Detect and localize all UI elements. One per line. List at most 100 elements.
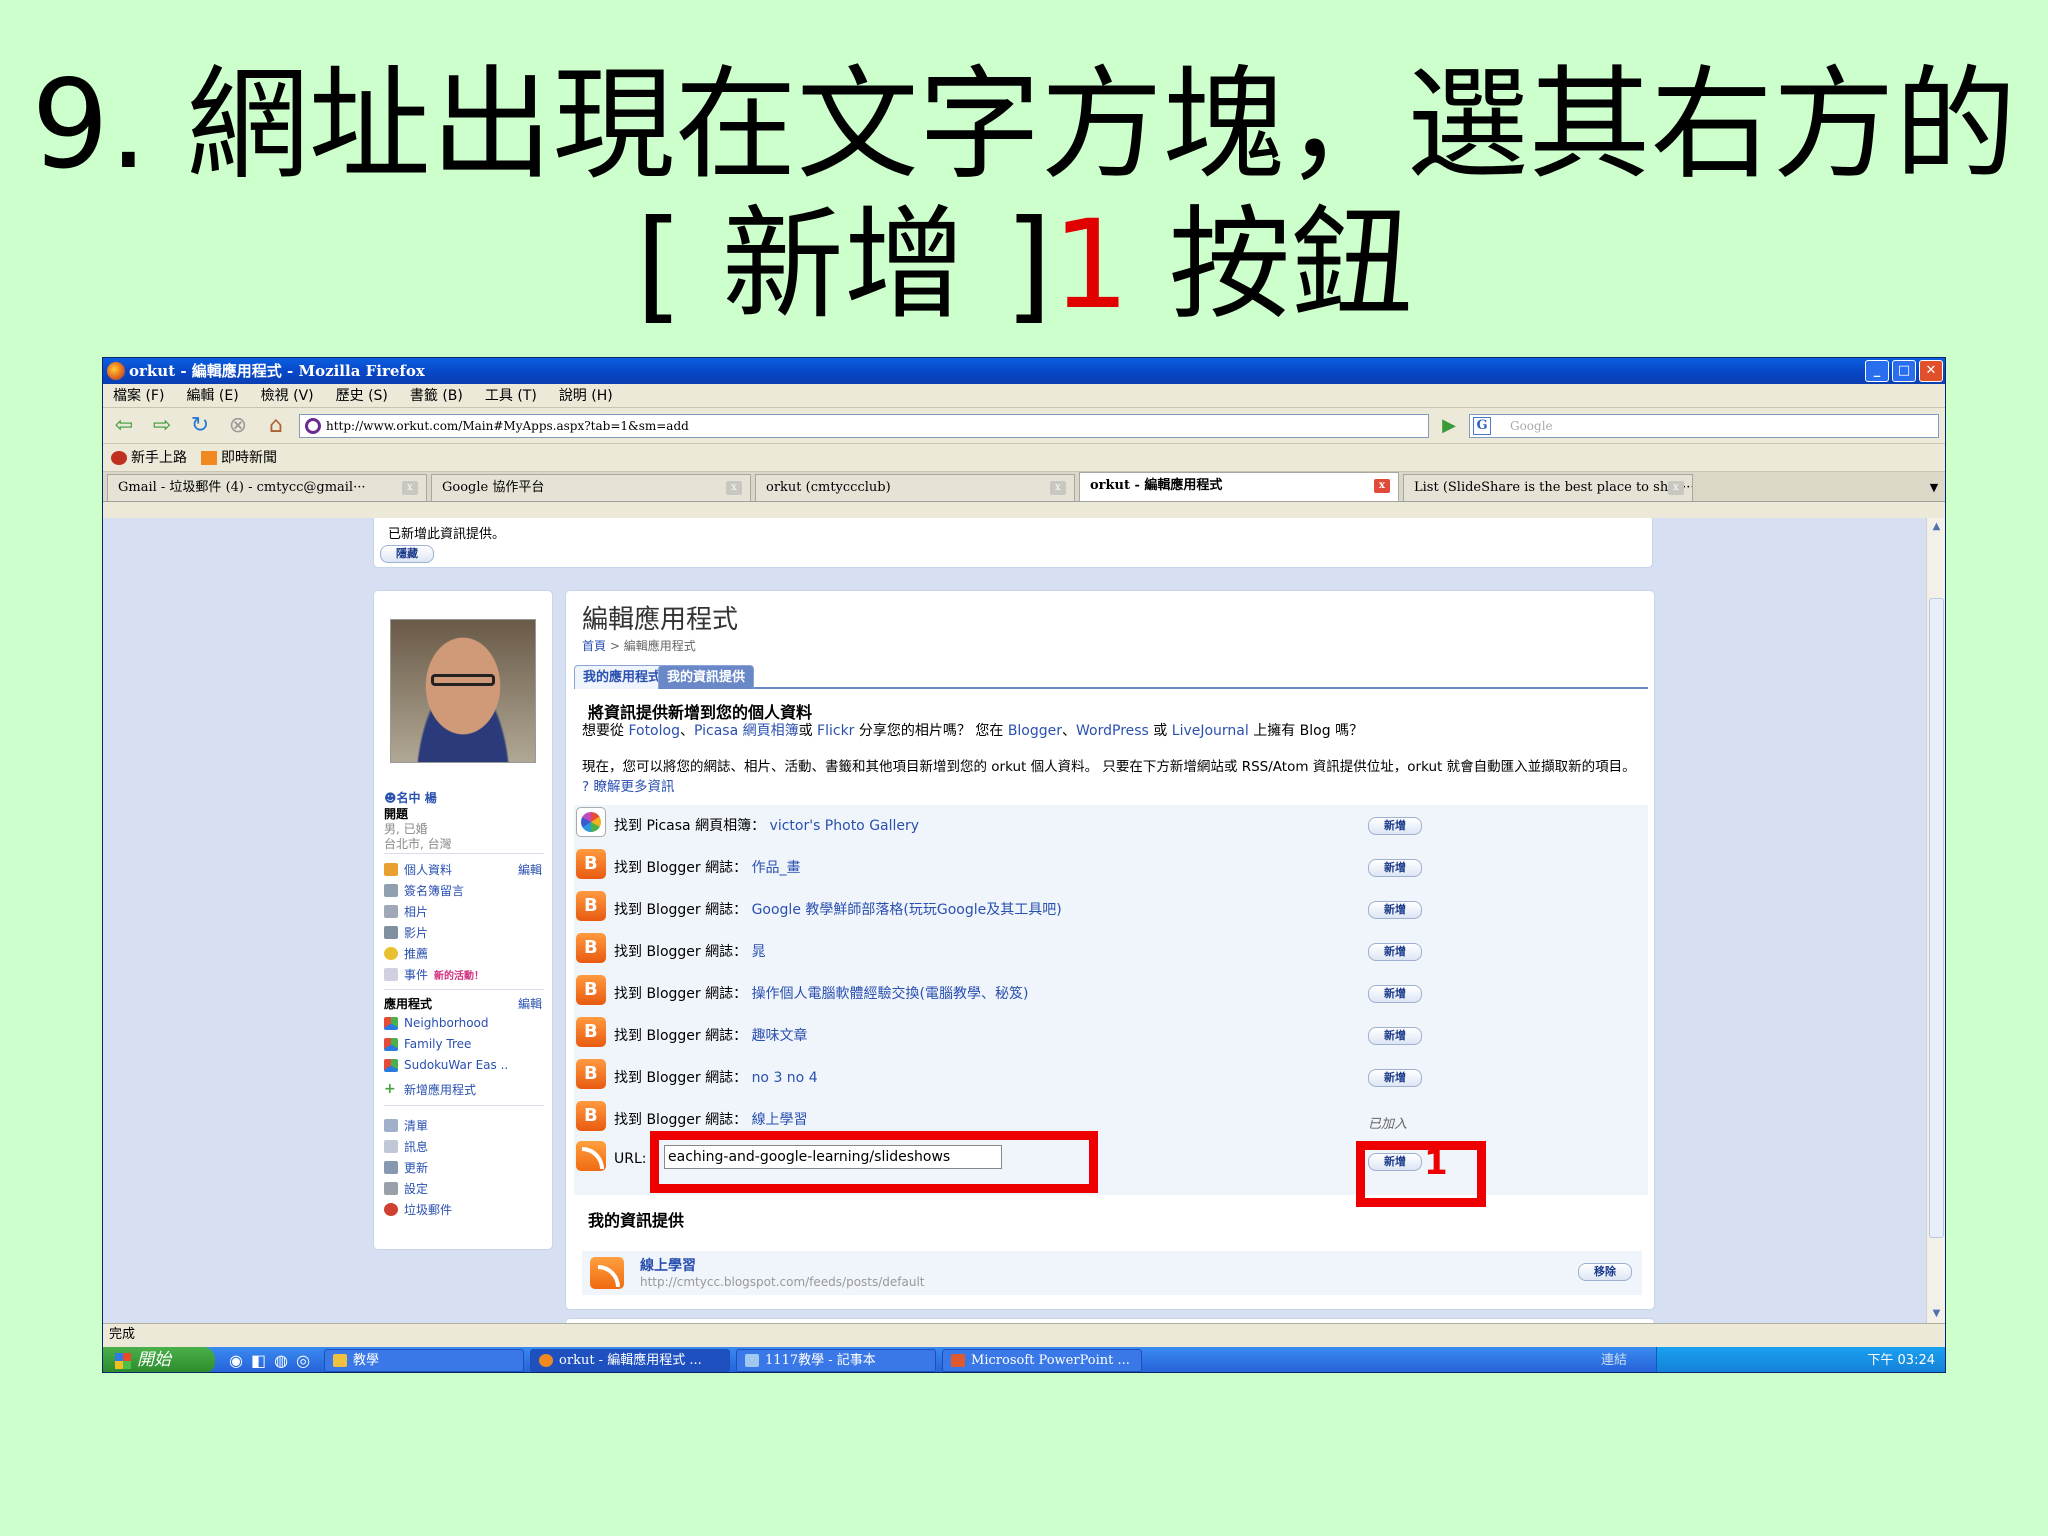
tab-close-icon[interactable]: x (402, 481, 418, 495)
address-bar[interactable]: http://www.orkut.com/Main#MyApps.aspx?ta… (299, 413, 1429, 438)
add-button[interactable]: 新增 (1368, 1069, 1422, 1087)
breadcrumb-home[interactable]: 首頁 (582, 639, 606, 653)
fotolog-link[interactable]: Fotolog (628, 723, 680, 739)
menu-bookmarks[interactable]: 書籤 (B) (410, 384, 463, 407)
tab-close-icon[interactable]: x (1668, 481, 1684, 495)
livejournal-link[interactable]: LiveJournal (1172, 723, 1249, 739)
learn-more-link[interactable]: 瞭解更多資訊 (593, 779, 674, 795)
close-button[interactable]: ✕ (1919, 360, 1943, 382)
app-family-tree[interactable]: Family Tree (384, 1037, 471, 1051)
minimize-button[interactable]: _ (1865, 360, 1889, 382)
sidebar-item-scrapbook[interactable]: 簽名簿留言 (384, 882, 464, 899)
links-toolbar[interactable]: 連結 (1601, 1347, 1627, 1372)
ie-icon[interactable]: ◉ (229, 1351, 243, 1370)
wordpress-link[interactable]: WordPress (1076, 723, 1149, 739)
profile-name[interactable]: ☻名中 楊 (384, 789, 437, 806)
hide-button[interactable]: 隱藏 (380, 545, 434, 563)
notice-text: 已新增此資訊提供。 (388, 527, 506, 542)
scroll-thumb[interactable] (1929, 598, 1944, 1238)
my-feed-name[interactable]: 線上學習 (640, 1255, 696, 1275)
tab-slideshare[interactable]: List (SlideShare is the best place to sh… (1403, 474, 1693, 501)
bookmark-news[interactable]: 即時新聞 (201, 444, 277, 471)
home-button[interactable]: ⌂ (261, 413, 291, 439)
add-button[interactable]: 新增 (1368, 985, 1422, 1003)
clock[interactable]: 下午 03:24 (1867, 1353, 1935, 1368)
feed-link[interactable]: Google 教學鮮師部落格(玩玩Google及其工具吧) (752, 902, 1062, 918)
media-icon[interactable]: ◍ (274, 1351, 288, 1370)
remove-button[interactable]: 移除 (1578, 1263, 1632, 1281)
taskbar-item-folder[interactable]: 教學 (324, 1349, 525, 1372)
tab-close-icon[interactable]: x (726, 481, 742, 495)
tab-close-icon[interactable]: x (1374, 479, 1390, 493)
search-input[interactable]: G Google (1469, 413, 1939, 438)
add-button[interactable]: 新增 (1368, 817, 1422, 835)
feed-link[interactable]: victor's Photo Gallery (770, 818, 920, 834)
tab-orkut-club[interactable]: orkut (cmtyccclub) x (755, 474, 1075, 501)
sidebar-item-settings[interactable]: 設定 (384, 1180, 428, 1197)
forward-button[interactable]: ⇨ (147, 413, 177, 439)
start-button[interactable]: 開始 (103, 1347, 215, 1372)
tab-google-sites[interactable]: Google 協作平台 x (431, 474, 751, 501)
feed-link[interactable]: 趣味文章 (752, 1028, 808, 1044)
taskbar-item-powerpoint[interactable]: Microsoft PowerPoint ... (942, 1349, 1143, 1372)
stop-button[interactable]: ⊗ (223, 413, 253, 439)
picasa-link[interactable]: Picasa 網頁相簿 (694, 723, 799, 739)
tab-list-dropdown-icon[interactable]: ▼ (1923, 474, 1945, 501)
sidebar-item-videos[interactable]: 影片 (384, 924, 428, 941)
sidebar-item-events[interactable]: 事件 新的活動！ (384, 966, 484, 983)
tab-close-icon[interactable]: x (1050, 481, 1066, 495)
sidebar-item-testimonials[interactable]: 推薦 (384, 945, 428, 962)
add-button[interactable]: 新增 (1368, 859, 1422, 877)
desktop-icon[interactable]: ◧ (251, 1351, 266, 1370)
menu-view[interactable]: 檢視 (V) (261, 384, 314, 407)
blogger-link[interactable]: Blogger (1008, 723, 1062, 739)
feed-link[interactable]: 作品_畫 (752, 860, 801, 876)
text-run: 想要從 (582, 723, 629, 739)
feed-link[interactable]: 線上學習 (752, 1112, 808, 1128)
profile-edit-link[interactable]: 編輯 (518, 861, 542, 878)
taskbar-item-notepad[interactable]: 1117教學 - 記事本 (736, 1349, 937, 1372)
intro-paragraph: 想要從 Fotolog、Picasa 網頁相簿或 Flickr 分享您的相片嗎？… (582, 721, 1642, 741)
sidebar-item-photos[interactable]: 相片 (384, 903, 428, 920)
menu-file[interactable]: 檔案 (F) (113, 384, 164, 407)
app-sudokuwar[interactable]: SudokuWar Eas .. (384, 1058, 508, 1072)
add-button[interactable]: 新增 (1368, 1027, 1422, 1045)
breadcrumb: 首頁 > 編輯應用程式 (582, 637, 696, 654)
sidebar-divider (384, 1105, 544, 1106)
menu-edit[interactable]: 編輯 (E) (186, 384, 238, 407)
feed-link[interactable]: no 3 no 4 (752, 1070, 818, 1086)
sidebar-item-messages[interactable]: 訊息 (384, 1138, 428, 1155)
profile-photo[interactable] (390, 619, 536, 763)
add-button[interactable]: 新增 (1368, 901, 1422, 919)
menu-history[interactable]: 歷史 (S) (336, 384, 388, 407)
add-application-link[interactable]: + 新增應用程式 (384, 1081, 476, 1098)
tab-my-feeds[interactable]: 我的資訊提供 (658, 665, 755, 689)
sidebar-item-spam[interactable]: 垃圾郵件 (384, 1201, 452, 1218)
app-neighborhood[interactable]: Neighborhood (384, 1016, 489, 1030)
reload-button[interactable]: ↻ (185, 413, 215, 439)
sidebar-item-updates[interactable]: 更新 (384, 1159, 428, 1176)
window-titlebar[interactable]: orkut - 編輯應用程式 - Mozilla Firefox _ □ ✕ (103, 358, 1945, 384)
back-button[interactable]: ⇦ (109, 413, 139, 439)
taskbar-item-firefox[interactable]: orkut - 編輯應用程式 ... (530, 1349, 731, 1372)
maximize-button[interactable]: □ (1892, 360, 1916, 382)
feed-link[interactable]: 晁 (752, 944, 766, 960)
scroll-up-icon[interactable]: ▲ (1927, 518, 1945, 536)
flickr-link[interactable]: Flickr (817, 723, 854, 739)
text-run: 、 (1062, 723, 1077, 739)
scroll-down-icon[interactable]: ▼ (1927, 1305, 1945, 1323)
menu-tools[interactable]: 工具 (T) (485, 384, 537, 407)
bookmark-getting-started[interactable]: 新手上路 (111, 444, 187, 471)
apps-edit-link[interactable]: 編輯 (518, 995, 542, 1012)
sidebar-item-profile[interactable]: 個人資料 (384, 861, 452, 878)
go-button[interactable]: ▶ (1437, 414, 1461, 438)
tab-orkut-edit-apps[interactable]: orkut - 編輯應用程式 x (1079, 472, 1399, 501)
firefox-icon[interactable]: ◎ (296, 1351, 310, 1370)
add-button[interactable]: 新增 (1368, 943, 1422, 961)
menu-help[interactable]: 說明 (H) (559, 384, 613, 407)
tab-my-apps[interactable]: 我的應用程式 (574, 665, 671, 689)
tab-gmail[interactable]: Gmail - 垃圾郵件 (4) - cmtycc@gmail··· x (107, 474, 427, 501)
sidebar-item-lists[interactable]: 清單 (384, 1117, 428, 1134)
feed-link[interactable]: 操作個人電腦軟體經驗交換(電腦教學、秘笈) (752, 986, 1029, 1002)
vertical-scrollbar[interactable]: ▲ ▼ (1926, 518, 1945, 1323)
